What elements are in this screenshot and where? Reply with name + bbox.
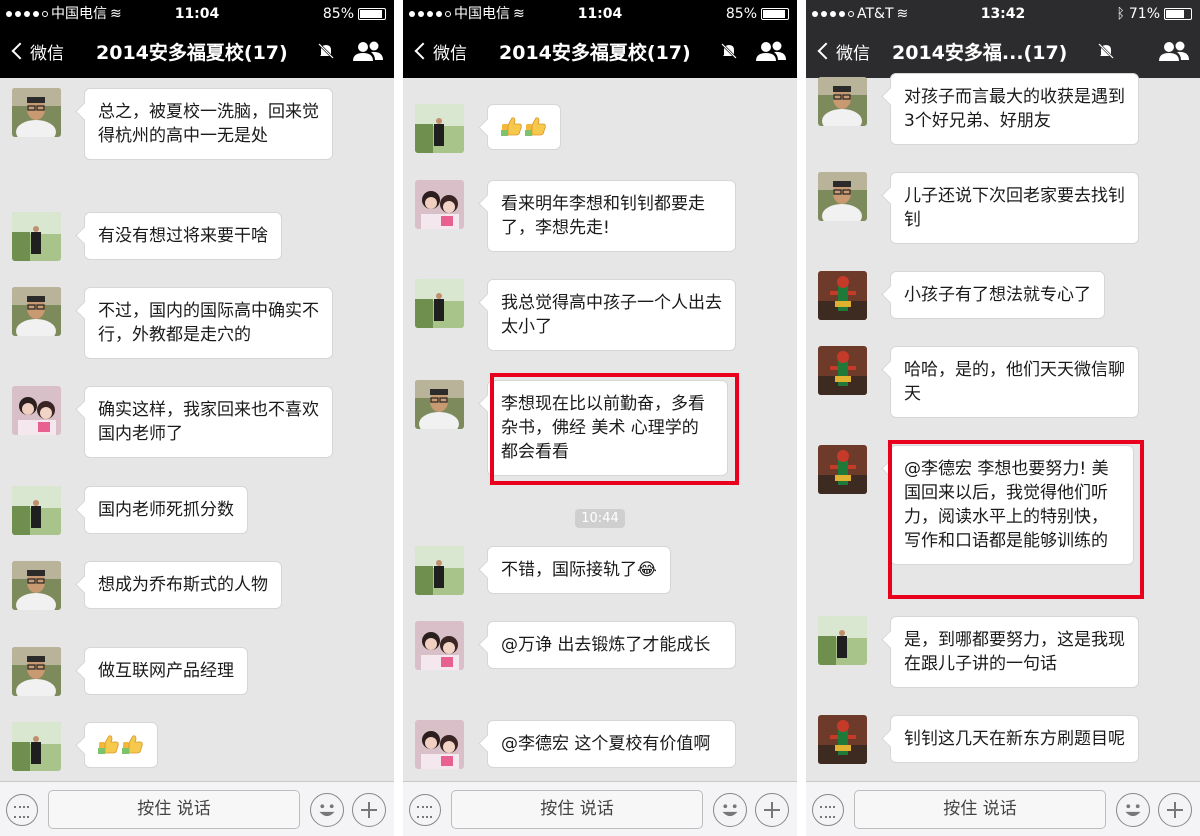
timestamp: 10:44 (403, 507, 797, 528)
group-members-icon[interactable] (352, 40, 384, 62)
status-battery: ᛒ 71% (1116, 4, 1192, 24)
message-bubble[interactable]: 确实这样，我家回来也不喜欢国内老师了 (84, 386, 333, 458)
message-bubble[interactable]: 小孩子有了想法就专心了 (890, 271, 1105, 319)
bluetooth-icon: ᛒ (1116, 6, 1125, 22)
message-bubble[interactable]: 不过，国内的国际高中确实不行，外教都是走穴的 (84, 287, 333, 359)
avatar[interactable] (415, 380, 464, 429)
message-bubble[interactable]: 国内老师死抓分数 (84, 486, 248, 534)
chevron-left-icon (817, 42, 835, 60)
avatar[interactable] (12, 722, 61, 771)
chat-title: 2014安多福夏校(17) (96, 42, 288, 64)
input-bar: 按住 说话 (806, 781, 1200, 836)
back-button[interactable]: 微信 (413, 36, 467, 66)
avatar[interactable] (818, 77, 867, 126)
thumbs-up-icon (97, 735, 143, 755)
chat-title: 2014安多福...(17) (892, 42, 1068, 64)
avatar[interactable] (818, 715, 867, 764)
message-bubble[interactable]: @万诤 出去锻炼了才能成长 (487, 621, 736, 669)
nav-header: 中国电信 ≋ 11:04 85% 微信 2014安多福夏校(17) (403, 0, 797, 78)
plus-icon[interactable] (352, 793, 386, 827)
status-battery: 85% (726, 4, 789, 24)
battery-icon (761, 8, 789, 20)
emoji-icon[interactable] (1116, 793, 1150, 827)
status-battery: 85% (323, 4, 386, 24)
battery-icon (1164, 8, 1192, 20)
message-bubble[interactable]: 不错，国际接轨了😂 (487, 546, 671, 594)
avatar[interactable] (12, 386, 61, 435)
message-bubble[interactable]: 儿子还说下次回老家要去找钊钊 (890, 172, 1139, 244)
plus-icon[interactable] (1158, 793, 1192, 827)
avatar[interactable] (12, 647, 61, 696)
message-bubble[interactable]: 是，到哪都要努力，这是我现在跟儿子讲的一句话 (890, 616, 1139, 688)
mute-bell-icon (318, 43, 334, 59)
message-bubble[interactable]: 哈哈，是的，他们天天微信聊天 (890, 346, 1139, 418)
thumbs-up-icon (500, 117, 546, 137)
chevron-left-icon (414, 42, 432, 60)
avatar[interactable] (12, 88, 61, 137)
avatar[interactable] (415, 720, 464, 769)
avatar[interactable] (12, 486, 61, 535)
avatar[interactable] (818, 172, 867, 221)
mute-bell-icon (721, 43, 737, 59)
emoji-icon[interactable] (713, 793, 747, 827)
back-button[interactable]: 微信 (816, 36, 870, 66)
message-bubble[interactable]: 对孩子而言最大的收获是遇到3个好兄弟、好朋友 (890, 73, 1139, 145)
input-bar: 按住 说话 (0, 781, 394, 836)
avatar[interactable] (415, 104, 464, 153)
hold-to-talk-button[interactable]: 按住 说话 (854, 790, 1106, 829)
message-bubble[interactable]: 想成为乔布斯式的人物 (84, 561, 282, 609)
emoji-icon[interactable] (310, 793, 344, 827)
avatar[interactable] (12, 212, 61, 261)
avatar[interactable] (818, 271, 867, 320)
keyboard-toggle-icon[interactable] (812, 794, 844, 826)
plus-icon[interactable] (755, 793, 789, 827)
group-members-icon[interactable] (755, 40, 787, 62)
hold-to-talk-button[interactable]: 按住 说话 (48, 790, 300, 829)
keyboard-toggle-icon[interactable] (6, 794, 38, 826)
input-bar: 按住 说话 (403, 781, 797, 836)
laughing-emoji-icon: 😂 (637, 560, 657, 580)
nav-header: AT&T ≋ 13:42 ᛒ 71% 微信 2014安多福...(17) (806, 0, 1200, 78)
avatar[interactable] (818, 616, 867, 665)
message-bubble[interactable]: 看来明年李想和钊钊都要走了，李想先走! (487, 180, 736, 252)
avatar[interactable] (818, 346, 867, 395)
avatar[interactable] (12, 561, 61, 610)
keyboard-toggle-icon[interactable] (409, 794, 441, 826)
avatar[interactable] (415, 180, 464, 229)
avatar[interactable] (415, 621, 464, 670)
message-bubble[interactable]: 有没有想过将来要干啥 (84, 212, 282, 260)
chevron-left-icon (11, 42, 29, 60)
mute-bell-icon (1098, 43, 1114, 59)
avatar[interactable] (12, 287, 61, 336)
message-bubble[interactable]: 钊钊这几天在新东方刷题目呢 (890, 715, 1139, 763)
group-members-icon[interactable] (1158, 40, 1190, 62)
highlight-box (490, 373, 739, 485)
battery-icon (358, 8, 386, 20)
hold-to-talk-button[interactable]: 按住 说话 (451, 790, 703, 829)
message-bubble[interactable]: @李德宏 这个夏校有价值啊 (487, 720, 736, 768)
phone-screen-3: AT&T ≋ 13:42 ᛒ 71% 微信 2014安多福...(17) 对孩子… (806, 0, 1200, 836)
back-button[interactable]: 微信 (10, 36, 64, 66)
message-bubble[interactable] (487, 104, 561, 150)
avatar[interactable] (415, 279, 464, 328)
avatar[interactable] (818, 445, 867, 494)
nav-header: 中国电信 ≋ 11:04 85% 微信 2014安多福夏校(17) (0, 0, 394, 78)
avatar[interactable] (415, 546, 464, 595)
message-bubble[interactable]: 我总觉得高中孩子一个人出去太小了 (487, 279, 736, 351)
message-bubble[interactable] (84, 722, 158, 768)
phone-screen-2: 中国电信 ≋ 11:04 85% 微信 2014安多福夏校(17) 看来明年李想… (403, 0, 797, 836)
message-bubble[interactable]: 做互联网产品经理 (84, 647, 248, 695)
phone-screen-1: 中国电信 ≋ 11:04 85% 微信 2014安多福夏校(17) 总之，被夏校… (0, 0, 394, 836)
message-bubble[interactable]: 总之，被夏校一洗脑，回来觉得杭州的高中一无是处 (84, 88, 333, 160)
chat-title: 2014安多福夏校(17) (499, 42, 691, 64)
highlight-box (888, 440, 1144, 599)
